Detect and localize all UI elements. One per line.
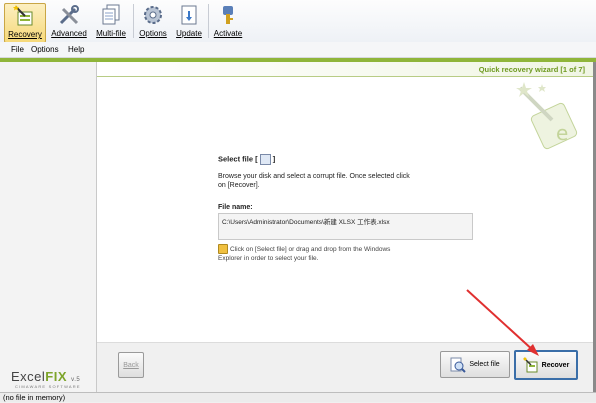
logo-text-accent: FIX xyxy=(45,369,68,384)
description-line-1: Browse your disk and select a corrupt fi… xyxy=(218,173,410,180)
logo-version: v.5 xyxy=(71,377,81,383)
options-label: Options xyxy=(139,29,167,38)
select-file-heading: Select file [ ] xyxy=(218,154,275,165)
wizard-logo-icon: e xyxy=(516,82,578,150)
menu-help[interactable]: Help xyxy=(68,45,84,54)
activate-button[interactable]: Activate xyxy=(212,3,244,41)
file-name-field[interactable]: C:\Users\Administrator\Documents\新建 XLSX… xyxy=(218,213,473,240)
options-button[interactable]: Options xyxy=(137,3,169,41)
left-panel xyxy=(0,62,97,392)
wizard-title: Quick recovery wizard [1 of 7] xyxy=(478,65,585,74)
advanced-label: Advanced xyxy=(51,29,87,38)
multi-file-label: Multi-file xyxy=(96,29,126,38)
tools-icon xyxy=(59,5,79,25)
file-name-value: C:\Users\Administrator\Documents\新建 XLSX… xyxy=(222,219,390,226)
gear-icon xyxy=(144,6,162,24)
back-button-label: Back xyxy=(123,361,139,369)
annotation-arrow xyxy=(466,289,539,356)
activate-label: Activate xyxy=(213,29,243,38)
hint-line-1: Click on [Select file] or drag and drop … xyxy=(230,246,391,253)
toolbar-separator xyxy=(208,4,209,38)
search-doc-icon xyxy=(259,154,271,165)
status-text: (no file in memory) xyxy=(3,393,66,402)
advanced-button[interactable]: Advanced xyxy=(50,3,88,41)
wizard-header: Quick recovery wizard [1 of 7] xyxy=(97,62,593,77)
select-file-label: Select file xyxy=(469,361,500,368)
multi-file-button[interactable]: Multi-file xyxy=(95,3,127,41)
status-bar: (no file in memory) xyxy=(0,392,596,402)
toolbar-separator xyxy=(133,4,134,38)
hint-line-2: Explorer in order to select your file. xyxy=(218,255,319,262)
update-icon xyxy=(181,5,197,25)
menu-bar: File Options Help xyxy=(0,42,596,58)
recovery-label: Recovery xyxy=(8,30,42,39)
update-label: Update xyxy=(176,29,202,38)
file-name-label: File name: xyxy=(218,204,253,211)
hint-icon xyxy=(218,244,228,254)
description-line-2: on [Recover]. xyxy=(218,182,260,189)
logo-text: Excel xyxy=(11,369,46,384)
recovery-wand-icon xyxy=(13,5,33,26)
main-toolbar: Recovery Advanced Multi-file Options Upd… xyxy=(0,0,596,43)
menu-options[interactable]: Options xyxy=(31,45,59,54)
menu-file[interactable]: File xyxy=(11,45,24,54)
key-icon xyxy=(223,6,233,24)
select-file-heading-end: ] xyxy=(272,154,276,164)
logo-subtitle: CIMAWARE SOFTWARE xyxy=(15,384,81,389)
select-file-heading-text: Select file [ xyxy=(218,154,258,164)
back-button[interactable]: Back xyxy=(118,352,144,378)
multi-file-icon xyxy=(102,4,120,25)
svg-text:e: e xyxy=(556,121,568,145)
excelfix-logo: ExcelFIX v.5 xyxy=(11,369,80,384)
update-button[interactable]: Update xyxy=(174,3,204,41)
recovery-button[interactable]: Recovery xyxy=(4,3,46,43)
recover-label: Recover xyxy=(541,361,570,369)
magnifier-icon xyxy=(450,357,467,373)
